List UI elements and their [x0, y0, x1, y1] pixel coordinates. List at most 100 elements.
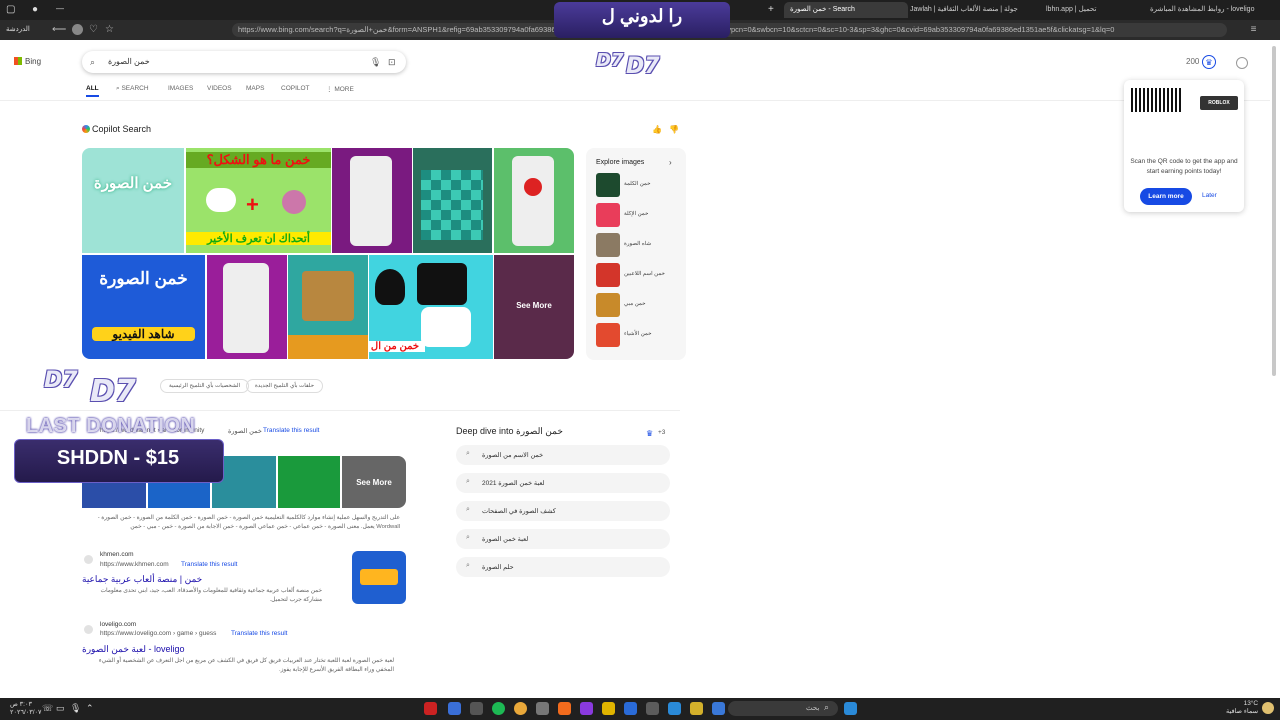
explore-thumb: [596, 203, 620, 227]
nav-copilot[interactable]: COPILOT: [281, 85, 310, 92]
result-snippet: على التدريج والسهل عملية إنشاء موارد كال…: [97, 515, 400, 530]
bing-logo[interactable]: Bing: [14, 57, 41, 66]
nav-more[interactable]: ⋮ MORE: [326, 85, 354, 93]
translate-link[interactable]: Translate this result: [263, 427, 319, 434]
nav-all[interactable]: ALL: [86, 85, 99, 97]
see-more-wordwall-button[interactable]: See More: [342, 456, 406, 508]
window-menu-icon[interactable]: ▢: [6, 4, 15, 15]
taskbar-app-icon[interactable]: [668, 702, 681, 715]
image-thumb-silhouettes[interactable]: خمن من ال: [369, 255, 493, 359]
taskbar-clock[interactable]: ٣:٠٣ ص ٢٠٢٦/٠٣/٠٧: [10, 701, 42, 717]
taskbar-app-icon[interactable]: [624, 702, 637, 715]
explore-thumb: [596, 173, 620, 197]
deep-dive-title: Deep dive into خمن الصورة: [456, 426, 563, 436]
nav-videos[interactable]: VIDEOS: [207, 85, 232, 92]
related-chip[interactable]: حلقات بأي التلميح الجديدة: [246, 379, 323, 393]
see-more-images-button[interactable]: See More: [494, 255, 574, 359]
taskbar-app-icon[interactable]: [448, 702, 461, 715]
sheep-image: [206, 188, 236, 212]
taskbar-search[interactable]: [728, 701, 838, 716]
image-thumb-grid-game[interactable]: [413, 148, 492, 253]
nav-search[interactable]: ⌕ SEARCH: [116, 85, 149, 93]
related-chip[interactable]: الشخصيات بأي التلميح الرئيسية: [160, 379, 250, 393]
network-icon[interactable]: ▭: [56, 703, 65, 714]
taskbar-app-icon[interactable]: [646, 702, 659, 715]
translate-link[interactable]: Translate this result: [181, 561, 237, 568]
search-input[interactable]: خمن الصورة: [108, 57, 150, 66]
notification-icon[interactable]: ☏: [42, 703, 53, 714]
image-thumb-guess-shape[interactable]: خمن ما هو الشكل؟ + أتحداك ان تعرف الأخير: [186, 148, 331, 253]
visual-search-icon[interactable]: ⊡: [388, 57, 396, 68]
translate-link[interactable]: Translate this result: [231, 630, 287, 637]
microphone-icon[interactable]: 🎙: [370, 57, 381, 68]
image-thumb-watch-video[interactable]: خمن الصورة شاهد الفيديو: [82, 255, 205, 359]
result-snippet: خمن منصة ألعاب عربية جماعية وثقافية للمع…: [100, 588, 322, 603]
spotify-icon[interactable]: [492, 702, 505, 715]
result-site[interactable]: khmen.com: [100, 551, 134, 558]
cow-silhouette-image: [417, 263, 467, 305]
taskbar-app-icon[interactable]: [602, 702, 615, 715]
chrome-icon[interactable]: [514, 702, 527, 715]
search-icon: ⌕: [466, 478, 470, 485]
new-tab-button[interactable]: +: [768, 4, 774, 15]
tab-list-icon[interactable]: —: [56, 4, 64, 13]
taskbar-app-icon[interactable]: [536, 702, 549, 715]
thumbs-up-icon[interactable]: 👍: [652, 125, 662, 134]
back-icon[interactable]: ⟵: [52, 24, 66, 35]
image-thumb-phone-game-1[interactable]: [332, 148, 412, 253]
result-url[interactable]: https://www.loveligo.com › game › guess: [100, 630, 216, 637]
image-thumb-guess-picture[interactable]: خمن الصورة: [82, 148, 184, 253]
image-thumb-lion[interactable]: [288, 255, 368, 359]
sidebar-chat-label[interactable]: الدردشة: [6, 25, 30, 33]
header-divider: [0, 100, 1270, 101]
explore-images-title[interactable]: Explore images: [596, 159, 644, 166]
taskbar-app-icon[interactable]: [712, 702, 725, 715]
nav-images[interactable]: IMAGES: [168, 85, 193, 92]
menu-icon[interactable]: ≡: [1248, 24, 1259, 35]
account-icon[interactable]: [1236, 57, 1248, 69]
favorite-star-icon[interactable]: ☆: [104, 24, 115, 35]
strawberry-image: [524, 178, 542, 196]
chevron-right-icon[interactable]: ›: [669, 158, 672, 167]
profile-icon[interactable]: [72, 24, 83, 35]
taskbar-app-icon[interactable]: [580, 702, 593, 715]
search-icon: ⌕: [466, 534, 470, 541]
result-title[interactable]: لعبة خمن الصورة - loveligo: [82, 644, 185, 655]
rewards-medal-icon[interactable]: ♛: [1202, 55, 1216, 69]
search-icon: ⌕: [466, 562, 470, 569]
file-explorer-icon[interactable]: [690, 702, 703, 715]
tab-jawlah[interactable]: Jawlah | جولة | منصة الألعاب الثقافية: [904, 2, 1046, 18]
roblox-logo: ROBLOX: [1200, 96, 1238, 110]
chevron-up-icon[interactable]: ⌃: [86, 703, 94, 714]
plus-icon: +: [246, 192, 259, 217]
microphone-icon[interactable]: 🎙: [70, 703, 81, 714]
taskbar-app-icon[interactable]: [558, 702, 571, 715]
page-scrollbar[interactable]: [1272, 46, 1276, 376]
start-icon[interactable]: [844, 702, 857, 715]
copilot-search-title: Copilot Search: [82, 124, 151, 134]
khmen-logo-image[interactable]: [352, 551, 406, 604]
globe-icon: [84, 625, 93, 634]
image-thumb-phone-game-2[interactable]: [494, 148, 574, 253]
thumbs-down-icon[interactable]: 👎: [669, 125, 679, 134]
phone-image: [512, 156, 554, 246]
tab-lbhn[interactable]: lbhn.app | تحميل: [1040, 2, 1152, 18]
deep-dive-badge: +3: [658, 429, 666, 436]
image-thumb-phone-game-3[interactable]: [207, 255, 287, 359]
rewards-points[interactable]: 200: [1186, 57, 1199, 66]
tab-bing-search[interactable]: خمن الصورة - Search: [784, 2, 908, 18]
later-button[interactable]: Later: [1202, 192, 1217, 199]
tab-loveligo[interactable]: روابط المشاهدة المباشرة - loveligo: [1144, 2, 1278, 18]
nav-maps[interactable]: MAPS: [246, 85, 264, 92]
taskbar-app-icon[interactable]: [470, 702, 483, 715]
explore-thumb: [596, 233, 620, 257]
browser-logo-icon[interactable]: ●: [32, 4, 38, 15]
learn-more-button[interactable]: Learn more: [1140, 188, 1192, 205]
result-title[interactable]: خمن | منصة ألعاب عربية جماعية: [82, 574, 202, 585]
tile-grid-image: [421, 170, 483, 240]
weather-widget[interactable]: 13°C سماء صافية: [1226, 700, 1258, 716]
heart-icon[interactable]: ♡: [88, 24, 99, 35]
result-url[interactable]: https://www.khmen.com: [100, 561, 169, 568]
result-site[interactable]: loveligo.com: [100, 621, 136, 628]
taskbar-app-icon[interactable]: [424, 702, 437, 715]
